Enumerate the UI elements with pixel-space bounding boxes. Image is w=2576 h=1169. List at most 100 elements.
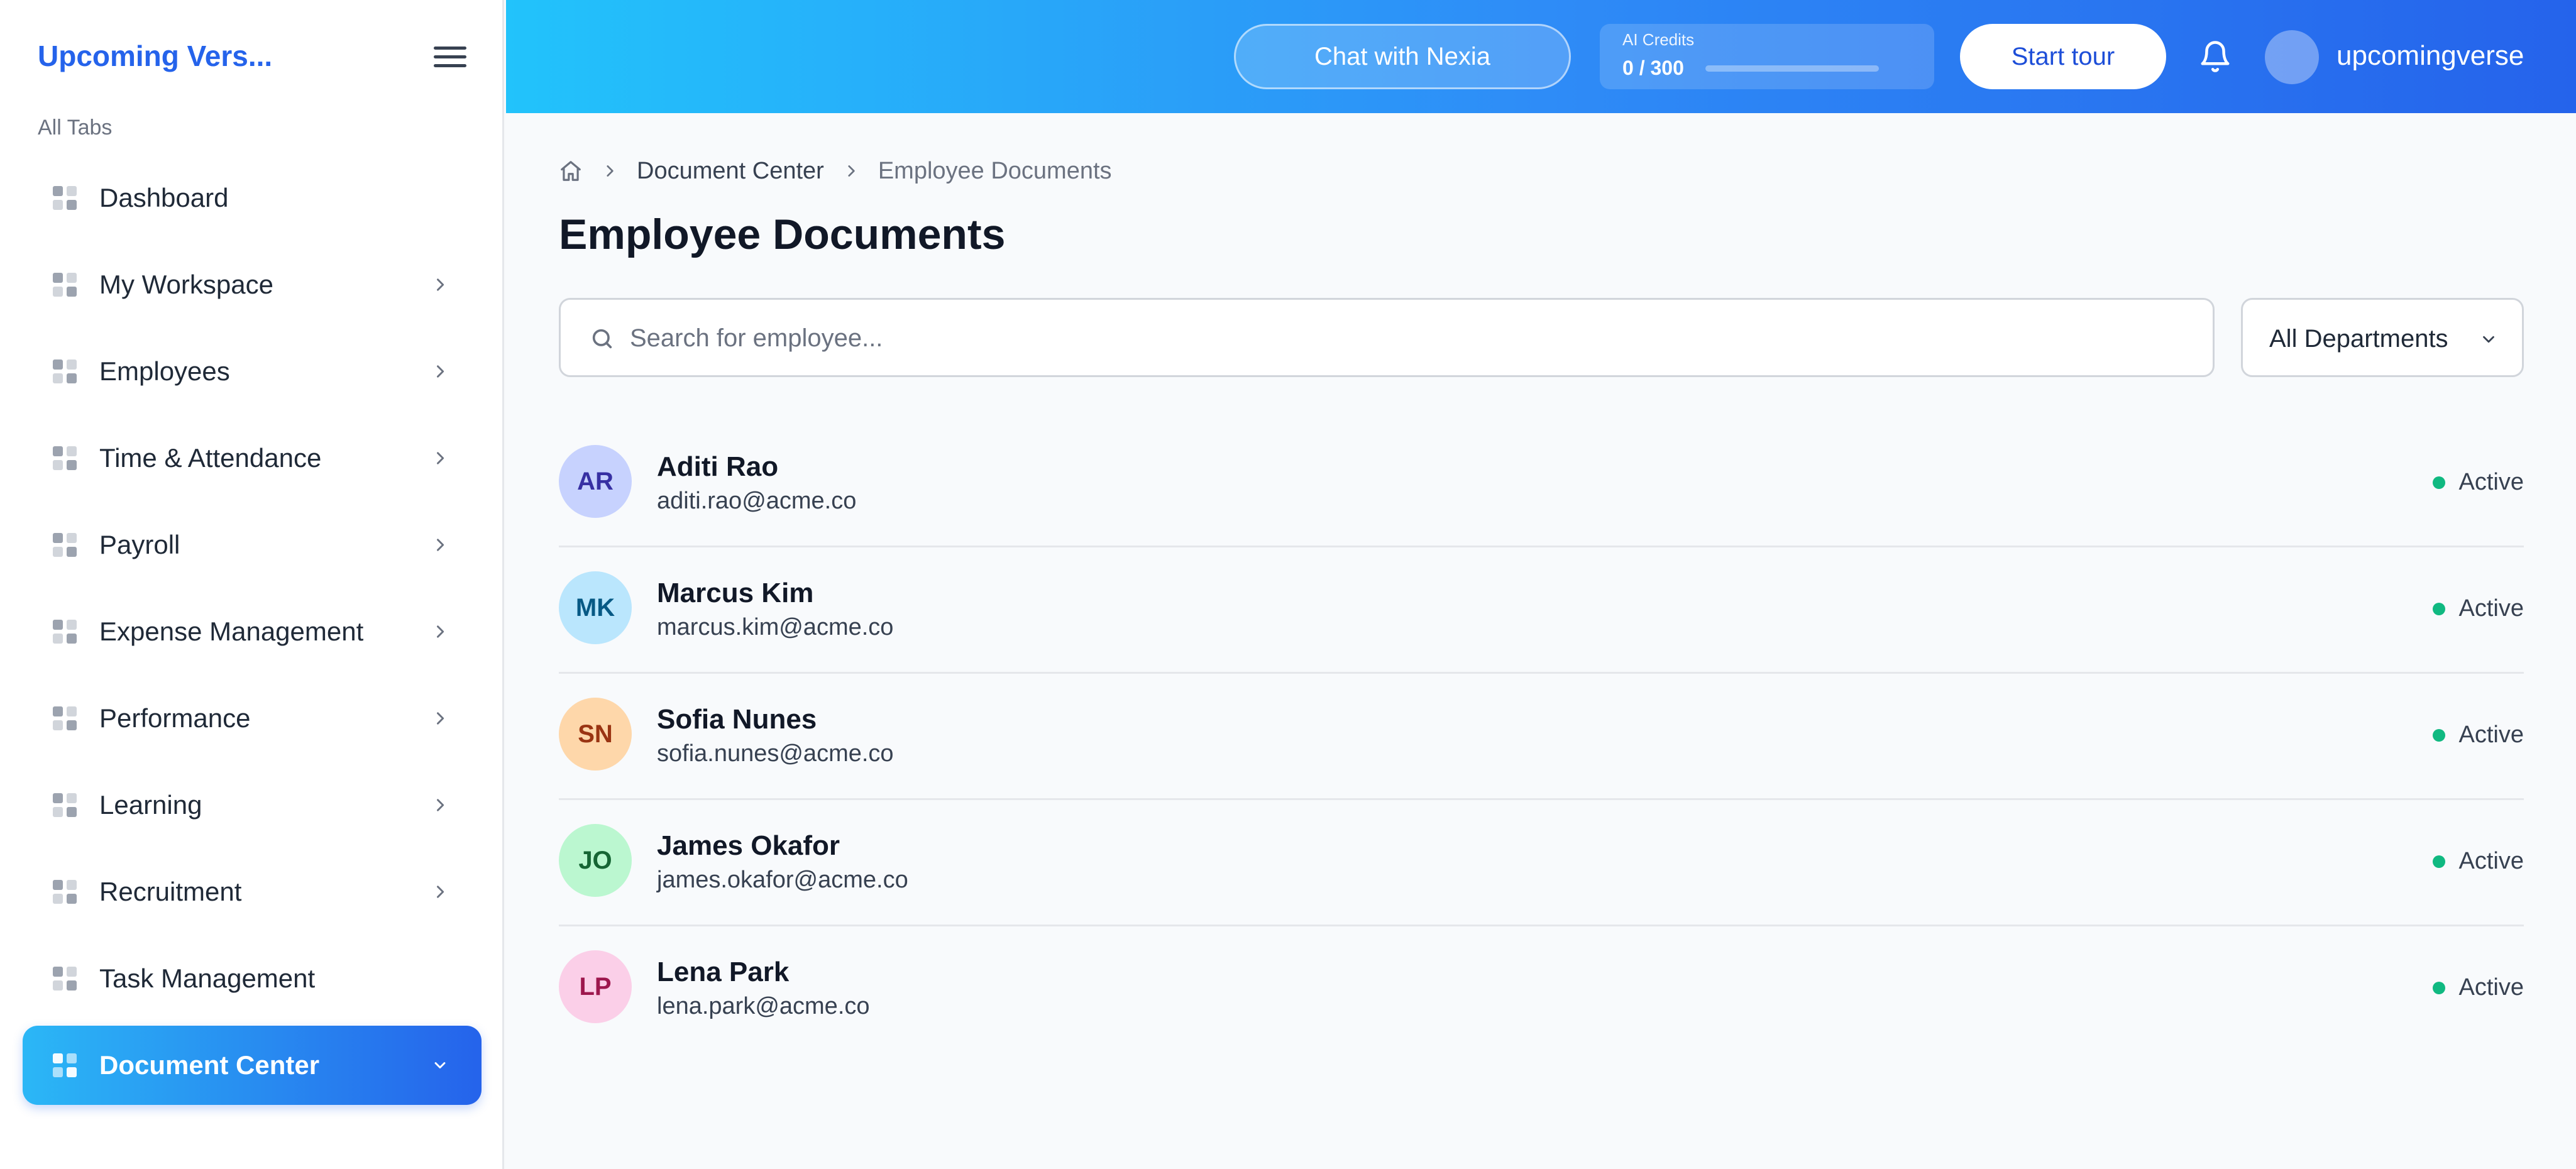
avatar: AR [559,445,632,518]
sidebar-item-label: Payroll [99,530,180,559]
employee-list: AR Aditi Rao aditi.rao@acme.co Active MK Marc… [559,421,2524,1053]
chevron-right-icon [437,625,444,638]
grid-icon [53,620,77,644]
employee-email: aditi.rao@acme.co [657,488,857,514]
breadcrumb: Document Center Employee Documents [559,153,1112,189]
user-avatar[interactable] [2265,30,2319,84]
employee-name: Sofia Nunes [657,704,817,735]
sidebar: Upcoming Vers... All Tabs Dashboard My Wo… [0,0,504,1169]
sidebar-item-label: My Workspace [99,270,273,299]
chevron-right-icon [437,712,444,725]
breadcrumb-current: Employee Documents [878,157,1112,184]
sidebar-item-recruitment[interactable]: Recruitment [23,852,482,931]
ai-credits-progress [1705,65,1879,72]
sidebar-item-dashboard[interactable]: Dashboard [23,158,482,238]
chevron-right-icon [848,165,855,177]
status-badge: Active [2432,469,2524,496]
chevron-right-icon [607,165,614,177]
bell-icon[interactable] [2198,39,2232,74]
employee-row[interactable]: JO James Okafor james.okafor@acme.co Active [559,800,2524,926]
avatar: MK [559,571,632,644]
sidebar-item-label: Document Center [99,1050,320,1080]
status-dot [2432,855,2445,868]
sidebar-item-learning[interactable]: Learning [23,766,482,845]
status-text: Active [2458,469,2524,495]
avatar: LP [559,950,632,1023]
status-text: Active [2458,974,2524,1001]
sidebar-item-document-center[interactable]: Document Center [23,1026,482,1105]
brand-title[interactable]: Upcoming Vers... [38,39,272,73]
chevron-right-icon [437,365,444,378]
status-badge: Active [2432,722,2524,749]
hamburger-menu-icon[interactable] [434,45,466,69]
employee-name: Marcus Kim [657,578,814,608]
sidebar-item-label: Dashboard [99,183,229,212]
sidebar-item-performance[interactable]: Performance [23,679,482,758]
top-header: Chat with Nexia AI Credits 0 / 300 Start… [506,0,2576,113]
search-input[interactable] [630,312,2189,364]
sidebar-item-task-management[interactable]: Task Management [23,939,482,1018]
department-filter-value: All Departments [2269,325,2448,353]
sidebar-item-label: Employees [99,356,230,386]
sidebar-item-time-attendance[interactable]: Time & Attendance [23,419,482,498]
employee-email: sofia.nunes@acme.co [657,740,894,767]
status-dot [2432,728,2445,742]
status-badge: Active [2432,848,2524,875]
home-icon[interactable] [559,159,583,183]
employee-name: James Okafor [657,830,840,861]
grid-icon [53,186,77,210]
chevron-down-icon [434,1062,446,1068]
status-badge: Active [2432,974,2524,1001]
sidebar-item-label: Expense Management [99,617,364,646]
grid-icon [53,359,77,383]
chevron-right-icon [437,278,444,291]
sidebar-item-employees[interactable]: Employees [23,332,482,411]
search-icon [592,329,612,349]
grid-icon [53,880,77,904]
page-title: Employee Documents [559,211,1006,258]
sidebar-item-payroll[interactable]: Payroll [23,505,482,584]
avatar: JO [559,824,632,897]
employee-email: james.okafor@acme.co [657,867,908,893]
section-label: All Tabs [38,116,113,140]
employee-email: lena.park@acme.co [657,993,870,1019]
employee-row[interactable]: AR Aditi Rao aditi.rao@acme.co Active [559,421,2524,547]
ai-credits-value: 0 / 300 [1622,57,1684,79]
sidebar-item-expense-management[interactable]: Expense Management [23,592,482,671]
grid-icon [53,1053,77,1077]
sidebar-item-label: Task Management [99,963,316,993]
employee-row[interactable]: SN Sofia Nunes sofia.nunes@acme.co Active [559,674,2524,800]
sidebar-nav: Dashboard My Workspace Employees Time & Att… [23,158,482,1112]
sidebar-item-label: Recruitment [99,877,242,906]
chevron-right-icon [437,452,444,464]
grid-icon [53,533,77,557]
chevron-right-icon [437,886,444,898]
ai-credits-widget[interactable]: AI Credits 0 / 300 [1600,24,1934,89]
sidebar-item-label: Time & Attendance [99,443,322,473]
employee-row[interactable]: MK Marcus Kim marcus.kim@acme.co Active [559,547,2524,674]
sidebar-item-label: Performance [99,703,251,733]
status-badge: Active [2432,595,2524,622]
search-box[interactable] [559,298,2215,377]
ai-credits-label: AI Credits [1622,30,1695,49]
breadcrumb-parent[interactable]: Document Center [637,158,824,185]
status-dot [2432,476,2445,489]
chevron-right-icon [437,799,444,811]
grid-icon [53,967,77,991]
username[interactable]: upcomingverse [2337,40,2524,72]
status-dot [2432,602,2445,615]
chat-with-nexia-button[interactable]: Chat with Nexia [1234,24,1571,89]
employee-row[interactable]: LP Lena Park lena.park@acme.co Active [559,926,2524,1053]
employee-email: marcus.kim@acme.co [657,614,894,640]
employee-name: Aditi Rao [657,451,779,482]
chevron-down-icon [2483,336,2494,343]
sidebar-item-label: Learning [99,790,202,820]
grid-icon [53,446,77,470]
grid-icon [53,706,77,730]
avatar: SN [559,698,632,771]
status-dot [2432,981,2445,994]
start-tour-button[interactable]: Start tour [1960,24,2166,89]
app: Upcoming Vers... All Tabs Dashboard My Wo… [0,0,2576,1169]
department-filter-select[interactable]: All Departments [2241,298,2524,377]
sidebar-item-my-workspace[interactable]: My Workspace [23,245,482,324]
